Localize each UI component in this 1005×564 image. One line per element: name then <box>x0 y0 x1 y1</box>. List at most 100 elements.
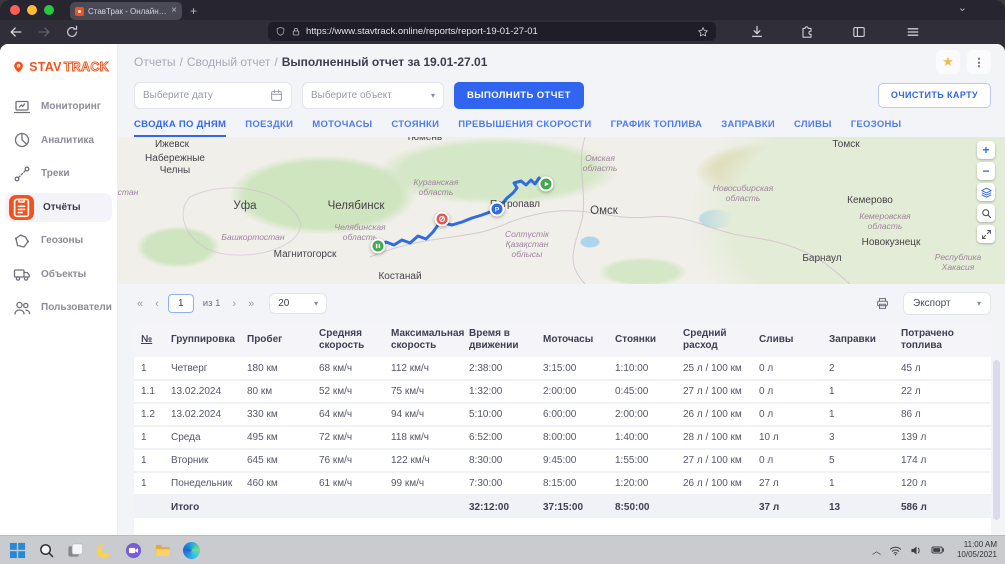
breadcrumb-summary[interactable]: Сводный отчет <box>187 55 271 69</box>
route-marker-play[interactable] <box>539 177 554 192</box>
minimize-window-button[interactable] <box>27 5 37 15</box>
table-row[interactable]: 1Вторник645 км76 км/ч122 км/ч8:30:009:45… <box>134 449 991 472</box>
menu-hamburger-icon[interactable] <box>905 24 921 40</box>
column-header[interactable]: Средняя скорость <box>312 323 384 357</box>
tab-close-icon[interactable]: × <box>171 6 177 16</box>
battery-icon[interactable] <box>931 545 945 555</box>
maximize-window-button[interactable] <box>44 5 54 15</box>
table-cell: 26 л / 100 км <box>676 403 752 426</box>
page-size-select[interactable]: 20 ▾ <box>269 293 327 314</box>
tab-заправки[interactable]: ЗАПРАВКИ <box>721 119 775 137</box>
column-header[interactable]: Максимальная скорость <box>384 323 462 357</box>
column-header[interactable]: Сливы <box>752 323 822 357</box>
browser-tab[interactable]: СтавТрак - Онлайн мониторинг × <box>70 2 182 20</box>
tray-chevron-up-icon[interactable]: ︿ <box>872 544 881 557</box>
map[interactable]: ТюменьИжевскНабережные ЧелныстанУфаБашко… <box>118 137 1005 284</box>
breadcrumb-reports[interactable]: Отчеты <box>134 55 175 69</box>
table-total-row[interactable]: Итого32:12:0037:15:008:50:0037 л13586 л <box>134 495 991 518</box>
column-header[interactable]: Моточасы <box>536 323 608 357</box>
sidebar-item-geozones[interactable]: Геозоны <box>5 226 112 255</box>
task-view-button[interactable] <box>66 541 85 560</box>
table-cell: 6:00:00 <box>536 403 608 426</box>
taskbar-clock[interactable]: 11:00 AM 10/05/2021 <box>957 540 997 560</box>
pagination-last-icon[interactable]: » <box>245 298 257 310</box>
downloads-button[interactable] <box>749 24 765 40</box>
table-row[interactable]: 1Среда495 км72 км/ч118 км/ч6:52:008:00:0… <box>134 426 991 449</box>
map-zoom-out-button[interactable]: − <box>977 162 995 180</box>
map-zoom-in-button[interactable]: + <box>977 141 995 159</box>
reload-button[interactable] <box>64 24 80 40</box>
tab-поездки[interactable]: ПОЕЗДКИ <box>245 119 293 137</box>
pagination-next-icon[interactable]: › <box>229 298 239 310</box>
url-bar[interactable]: https://www.stavtrack.online/reports/rep… <box>268 22 716 41</box>
new-tab-button[interactable]: + <box>190 2 197 20</box>
start-button[interactable] <box>8 541 27 560</box>
table-row[interactable]: 1.213.02.2024330 км64 км/ч94 км/ч5:10:00… <box>134 403 991 426</box>
tab-сливы[interactable]: СЛИВЫ <box>794 119 832 137</box>
video-app-button[interactable] <box>124 541 143 560</box>
bookmark-star-icon[interactable] <box>697 26 709 38</box>
forward-button[interactable] <box>36 24 52 40</box>
map-layers-button[interactable] <box>977 183 995 201</box>
table-row[interactable]: 1Понедельник460 км61 км/ч99 км/ч7:30:008… <box>134 472 991 495</box>
volume-icon[interactable] <box>910 545 923 556</box>
chevron-down-icon[interactable]: ⌄ <box>958 1 967 14</box>
tab-моточасы[interactable]: МОТОЧАСЫ <box>312 119 372 137</box>
sidebar-item-monitoring[interactable]: Мониторинг <box>5 92 112 121</box>
table-row[interactable]: 1Четверг180 км68 км/ч112 км/ч2:38:003:15… <box>134 357 991 380</box>
sidebar-toggle-icon[interactable] <box>851 24 867 40</box>
tab-стоянки[interactable]: СТОЯНКИ <box>391 119 439 137</box>
back-button[interactable] <box>8 24 24 40</box>
analytics-icon <box>12 130 32 150</box>
column-header[interactable]: Потрачено топлива <box>894 323 991 357</box>
wifi-icon[interactable] <box>889 545 902 556</box>
object-select[interactable]: Выберите объект ▾ <box>302 82 444 109</box>
tab-превышения-скорости[interactable]: ПРЕВЫШЕНИЯ СКОРОСТИ <box>458 119 591 137</box>
extensions-puzzle-icon[interactable] <box>799 24 815 40</box>
route-marker-pause[interactable] <box>371 239 386 254</box>
route-marker-drain[interactable] <box>435 212 450 227</box>
table-cell: 1 <box>822 403 894 426</box>
table-cell: 28 л / 100 км <box>676 426 752 449</box>
map-search-button[interactable] <box>977 204 995 222</box>
tab-график-топлива[interactable]: ГРАФИК ТОПЛИВА <box>611 119 703 137</box>
column-header[interactable]: Стоянки <box>608 323 676 357</box>
sidebar-item-analytics[interactable]: Аналитика <box>5 126 112 155</box>
search-button[interactable] <box>37 541 56 560</box>
tab-сводка-по-дням[interactable]: СВОДКА ПО ДНЯМ <box>134 119 226 137</box>
file-explorer-button[interactable] <box>153 541 172 560</box>
edge-button[interactable] <box>182 541 201 560</box>
sidebar-item-users[interactable]: Пользователи <box>5 293 112 322</box>
pagination-first-icon[interactable]: « <box>134 298 146 310</box>
table-cell <box>240 495 312 518</box>
page-number-input[interactable]: 1 <box>168 294 194 313</box>
pagination-prev-icon[interactable]: ‹ <box>152 298 162 310</box>
table-cell: 112 км/ч <box>384 357 462 380</box>
tab-геозоны[interactable]: ГЕОЗОНЫ <box>851 119 902 137</box>
toolbar-right <box>989 20 1005 44</box>
date-input[interactable]: Выберите дату <box>134 82 292 109</box>
table-cell: 0:45:00 <box>608 380 676 403</box>
moon-app-button[interactable] <box>95 541 114 560</box>
map-fullscreen-button[interactable] <box>977 225 995 243</box>
column-header[interactable]: Пробег <box>240 323 312 357</box>
sidebar-item-reports[interactable]: Отчёты <box>5 193 112 222</box>
clear-map-button[interactable]: ОЧИСТИТЬ КАРТУ <box>878 83 991 108</box>
sidebar-item-label: Объекты <box>41 269 86 280</box>
column-header[interactable]: Группировка <box>164 323 240 357</box>
column-header[interactable]: Заправки <box>822 323 894 357</box>
sidebar-item-tracks[interactable]: Треки <box>5 159 112 188</box>
run-report-button[interactable]: ВЫПОЛНИТЬ ОТЧЕТ <box>454 82 584 109</box>
column-header[interactable]: № <box>134 323 164 357</box>
table-cell: 2:00:00 <box>608 403 676 426</box>
table-row[interactable]: 1.113.02.202480 км52 км/ч75 км/ч1:32:002… <box>134 380 991 403</box>
vertical-scrollbar[interactable] <box>993 360 1000 520</box>
column-header[interactable]: Время в движении <box>462 323 536 357</box>
route-marker-parking[interactable]: P <box>490 202 505 217</box>
page-size-value: 20 <box>278 298 289 309</box>
sidebar-item-objects[interactable]: Объекты <box>5 260 112 289</box>
export-select[interactable]: Экспорт ▾ <box>903 292 991 315</box>
column-header[interactable]: Средний расход <box>676 323 752 357</box>
close-window-button[interactable] <box>10 5 20 15</box>
print-button[interactable] <box>871 293 893 315</box>
